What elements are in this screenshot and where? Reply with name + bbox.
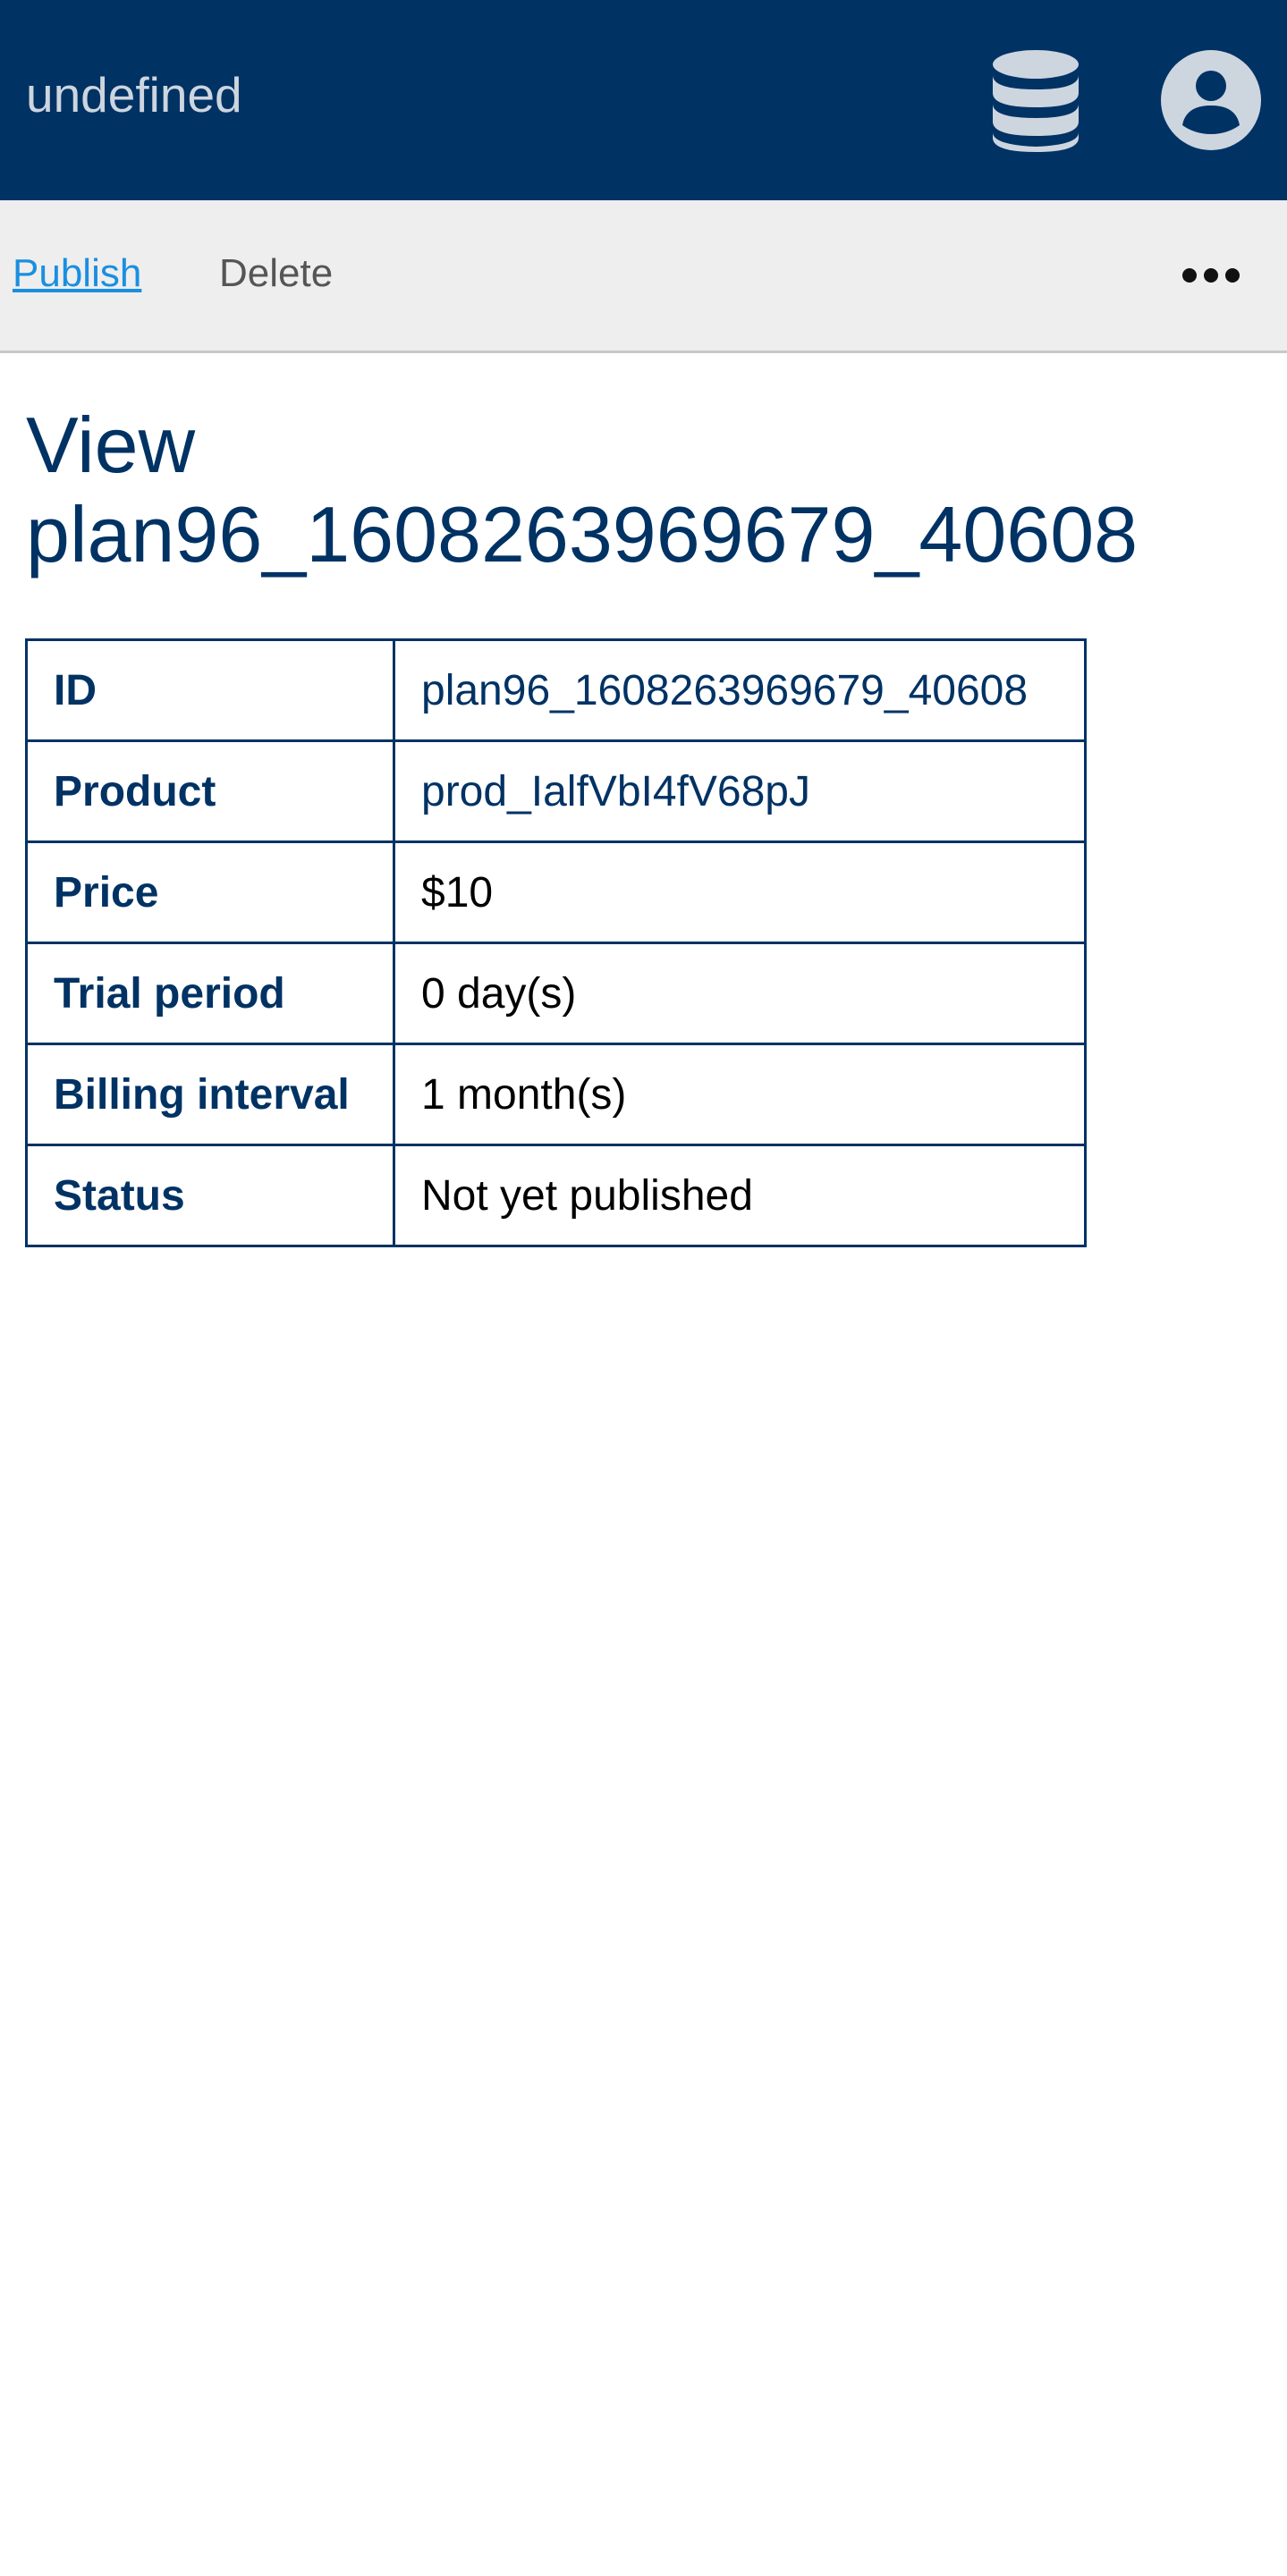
action-toolbar: Publish Delete	[0, 200, 1287, 353]
database-icon[interactable]	[991, 48, 1080, 152]
more-horizontal-icon[interactable]	[1177, 256, 1245, 295]
row-label-trial-period: Trial period	[25, 942, 395, 1045]
row-label-id: ID	[25, 638, 395, 742]
publish-link[interactable]: Publish	[13, 250, 141, 297]
row-label-status: Status	[25, 1144, 395, 1247]
page-title-id: plan96_1608263969679_40608	[26, 490, 1139, 579]
row-label-billing-interval: Billing interval	[25, 1043, 395, 1146]
row-value-billing-interval: 1 month(s)	[393, 1043, 1087, 1146]
row-label-product: Product	[25, 739, 395, 843]
table-row: Product prod_IalfVbI4fV68pJ	[25, 739, 1087, 843]
page-title-prefix: View	[26, 401, 196, 489]
account-circle-icon[interactable]	[1161, 50, 1261, 150]
top-app-bar: undefined	[0, 0, 1287, 200]
table-row: Trial period 0 day(s)	[25, 942, 1087, 1045]
row-value-id[interactable]: plan96_1608263969679_40608	[393, 638, 1087, 742]
row-value-price: $10	[393, 840, 1087, 944]
row-value-trial-period: 0 day(s)	[393, 942, 1087, 1045]
table-row: ID plan96_1608263969679_40608	[25, 638, 1087, 742]
table-row: Status Not yet published	[25, 1144, 1087, 1247]
app-title: undefined	[26, 67, 242, 122]
plan-details-table: ID plan96_1608263969679_40608 Product pr…	[25, 638, 1087, 1247]
row-value-status: Not yet published	[393, 1144, 1087, 1247]
row-label-price: Price	[25, 840, 395, 944]
table-row: Price $10	[25, 840, 1087, 944]
delete-button[interactable]: Delete	[219, 250, 333, 297]
row-value-product[interactable]: prod_IalfVbI4fV68pJ	[393, 739, 1087, 843]
page-title: View plan96_1608263969679_40608	[26, 401, 1138, 579]
table-row: Billing interval 1 month(s)	[25, 1043, 1087, 1146]
